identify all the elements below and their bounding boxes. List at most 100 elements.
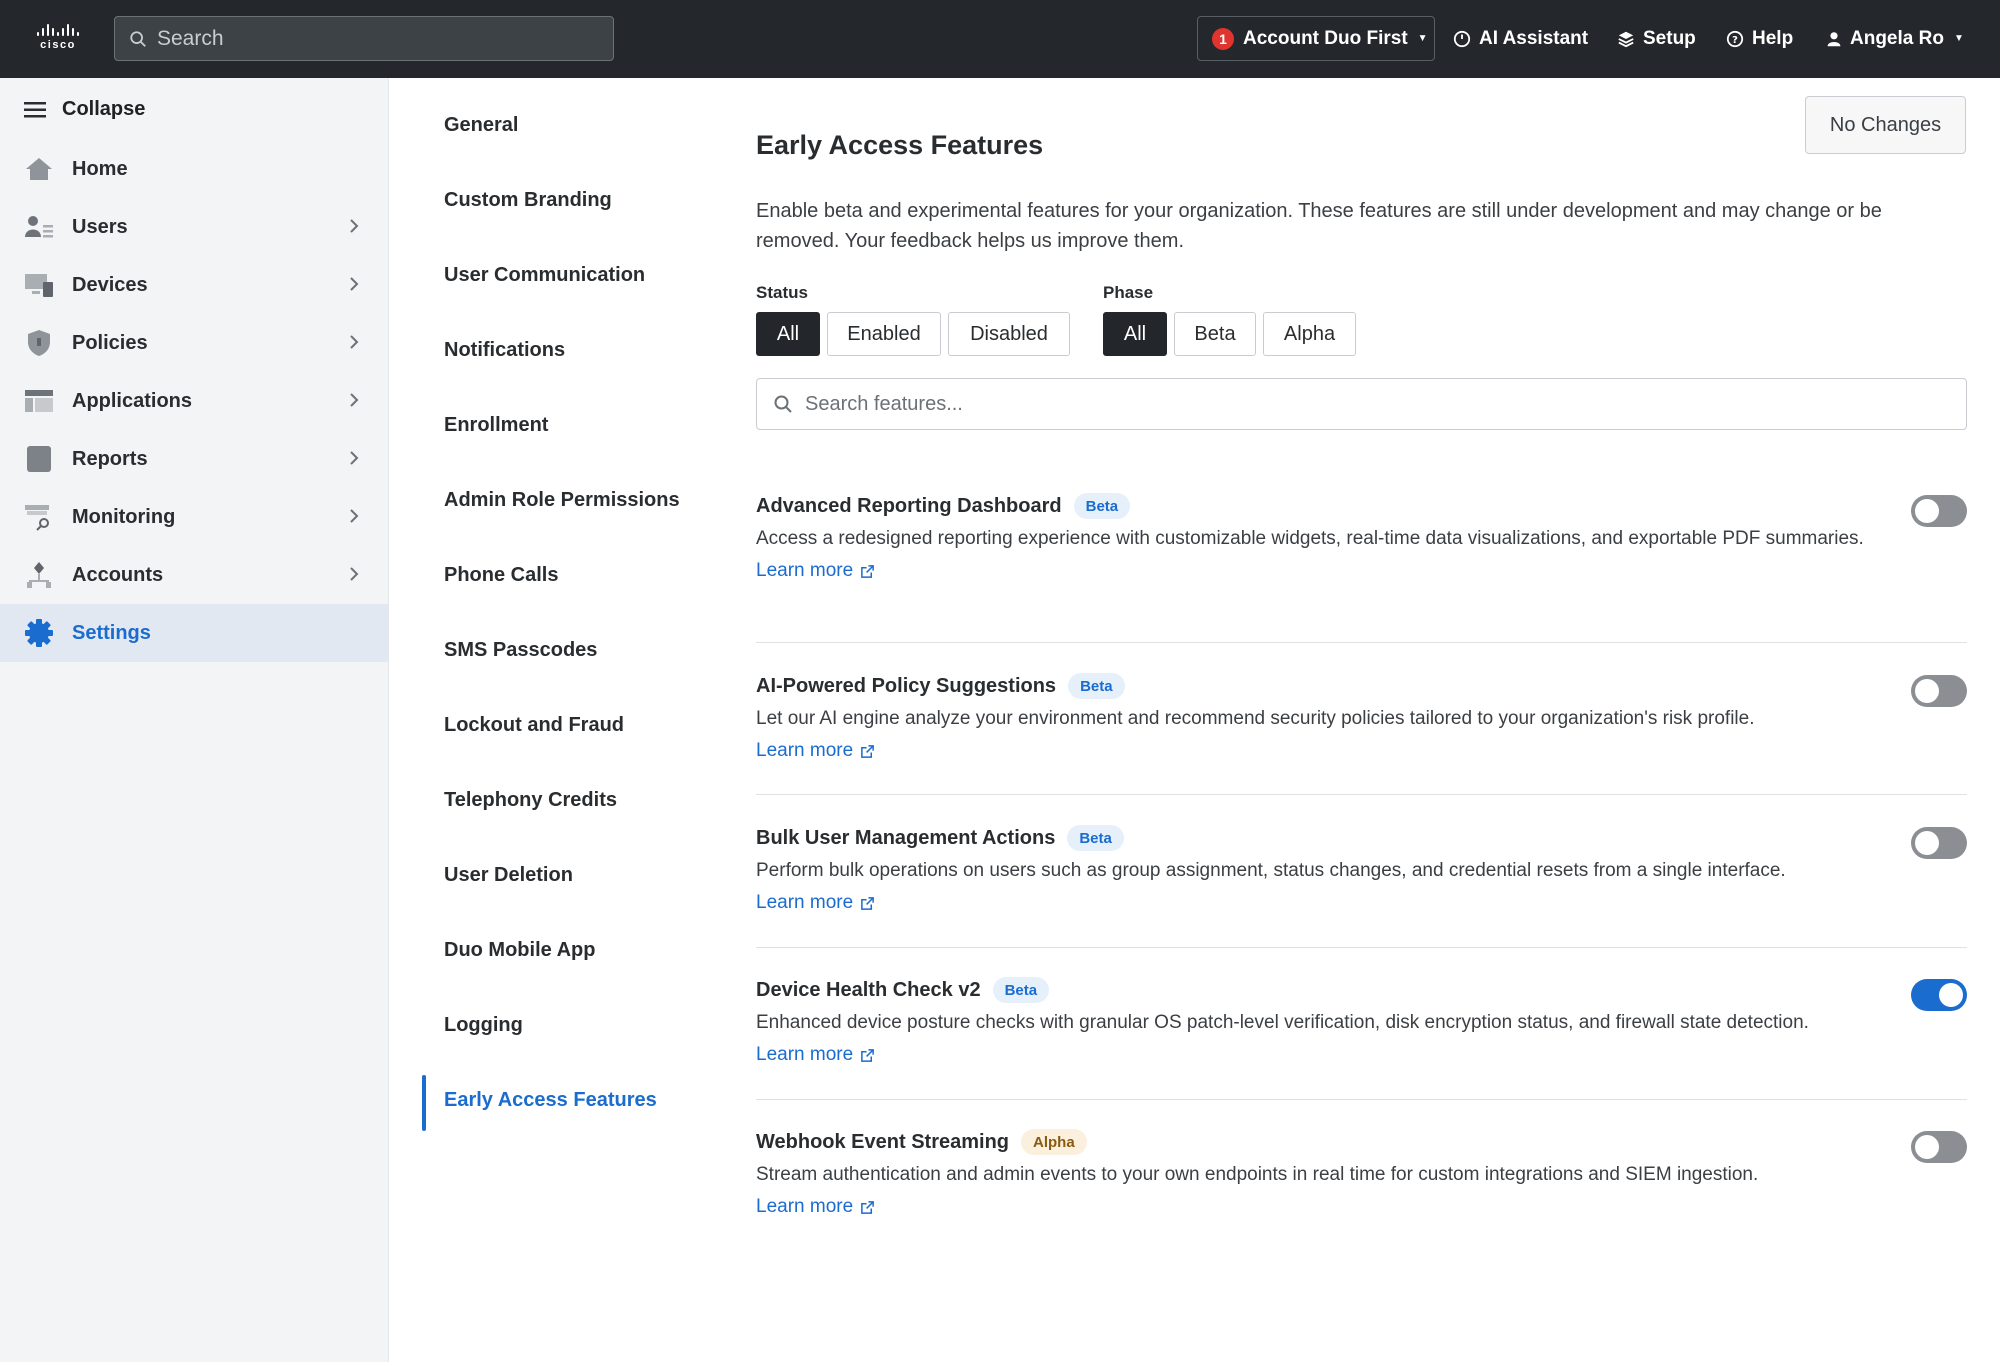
learn-more-link[interactable]: Learn more	[756, 1196, 1967, 1218]
learn-more-link[interactable]: Learn more	[756, 560, 1967, 582]
status-filter-disabled[interactable]: Disabled	[948, 312, 1070, 356]
cisco-logo[interactable]: cisco	[30, 22, 86, 54]
sidebar-item-accounts[interactable]: Accounts	[0, 546, 389, 604]
chevron-right-icon	[350, 509, 359, 523]
phase-badge: Beta	[1068, 673, 1125, 699]
learn-more-label: Learn more	[756, 560, 854, 581]
learn-more-link[interactable]: Learn more	[756, 892, 1967, 914]
phase-filter-alpha[interactable]: Alpha	[1263, 312, 1356, 356]
feature-item: Webhook Event Streaming Alpha Stream aut…	[756, 1127, 1967, 1218]
ai-assistant-button[interactable]: AI Assistant	[1453, 16, 1588, 61]
subnav-custom-branding[interactable]: Custom Branding	[444, 189, 612, 212]
subnav-user-communication[interactable]: User Communication	[444, 264, 645, 287]
sidebar-item-settings[interactable]: Settings	[0, 604, 389, 662]
sidebar-item-label: Accounts	[72, 563, 164, 586]
feature-search-input[interactable]: Search features...	[756, 378, 1967, 430]
sidebar-item-label: Policies	[72, 331, 148, 354]
subnav-enrollment[interactable]: Enrollment	[444, 414, 548, 437]
help-icon: ?	[1726, 30, 1744, 47]
learn-more-label: Learn more	[756, 740, 854, 761]
sidebar-item-monitoring[interactable]: Monitoring	[0, 488, 389, 546]
feature-toggle-advanced-reporting-dashboard[interactable]	[1911, 495, 1967, 527]
subnav-duo-mobile-app[interactable]: Duo Mobile App	[444, 939, 595, 962]
help-button[interactable]: ? Help	[1726, 16, 1793, 61]
sidebar-item-home[interactable]: Home	[0, 140, 389, 198]
global-search-input[interactable]: Search	[114, 16, 614, 61]
learn-more-label: Learn more	[756, 1196, 854, 1217]
collapse-label: Collapse	[62, 98, 146, 120]
phase-filter-beta[interactable]: Beta	[1174, 312, 1256, 356]
subnav-lockout-and-fraud[interactable]: Lockout and Fraud	[444, 714, 624, 737]
status-filter-enabled[interactable]: Enabled	[827, 312, 941, 356]
feature-name: AI-Powered Policy Suggestions	[756, 674, 1057, 697]
search-icon	[774, 395, 792, 413]
feature-description: Stream authentication and admin events t…	[756, 1164, 1759, 1185]
feature-item: Device Health Check v2 Beta Enhanced dev…	[756, 975, 1967, 1066]
learn-more-label: Learn more	[756, 892, 854, 913]
status-filter-label: Status	[756, 283, 808, 302]
setup-button[interactable]: Setup	[1617, 16, 1696, 61]
feature-toggle-webhook-event-streaming[interactable]	[1911, 1131, 1967, 1163]
user-menu-button[interactable]: Angela Ro ▼	[1826, 16, 1964, 61]
feature-toggle-ai-powered-policy-suggestions[interactable]	[1911, 675, 1967, 707]
notification-badge: 1	[1212, 27, 1234, 50]
feature-name: Bulk User Management Actions	[756, 826, 1056, 849]
learn-more-link[interactable]: Learn more	[756, 740, 1967, 762]
chevron-right-icon	[350, 451, 359, 465]
account-switcher-button[interactable]: 1 Account Duo First ▼	[1197, 16, 1435, 61]
phase-badge: Beta	[1073, 493, 1131, 519]
subnav-sms-passcodes[interactable]: SMS Passcodes	[444, 639, 597, 662]
phase-filter-all[interactable]: All	[1103, 312, 1167, 356]
feature-toggle-device-health-check-v2[interactable]	[1911, 979, 1967, 1011]
home-icon	[24, 154, 54, 184]
feature-name: Webhook Event Streaming	[756, 1130, 1010, 1153]
no-changes-button[interactable]: No Changes	[1805, 96, 1966, 154]
feature-name: Advanced Reporting Dashboard	[756, 494, 1062, 517]
sidebar-item-label: Applications	[72, 389, 193, 412]
feature-toggle-bulk-user-management-actions[interactable]	[1911, 827, 1967, 859]
subnav-admin-role-permissions[interactable]: Admin Role Permissions	[444, 489, 680, 512]
reports-icon	[24, 444, 54, 474]
chevron-right-icon	[350, 277, 359, 291]
feature-description: Enhanced device posture checks with gran…	[756, 1012, 1809, 1033]
subnav-telephony-credits[interactable]: Telephony Credits	[444, 789, 617, 812]
external-link-icon	[861, 1200, 875, 1214]
sidebar-item-label: Users	[72, 215, 128, 238]
account-label: Account Duo First	[1243, 27, 1408, 49]
setup-label: Setup	[1643, 27, 1696, 49]
external-link-icon	[861, 564, 875, 578]
feature-item: Advanced Reporting Dashboard Beta Access…	[756, 491, 1967, 582]
subnav-phone-calls[interactable]: Phone Calls	[444, 564, 558, 587]
page-description: Enable beta and experimental features fo…	[756, 200, 1882, 252]
sidebar-item-policies[interactable]: Policies	[0, 314, 389, 372]
sidebar-item-users[interactable]: Users	[0, 198, 389, 256]
monitoring-icon	[24, 502, 54, 532]
subnav-early-access-features[interactable]: Early Access Features	[444, 1089, 657, 1112]
subnav-notifications[interactable]: Notifications	[444, 339, 565, 362]
sidebar-item-label: Home	[72, 157, 128, 180]
gear-icon	[24, 618, 54, 648]
learn-more-link[interactable]: Learn more	[756, 1044, 1967, 1066]
layers-icon	[1618, 31, 1634, 47]
caret-down-icon: ▼	[1953, 33, 1964, 44]
sidebar-item-label: Reports	[72, 447, 148, 470]
phase-badge: Beta	[992, 977, 1050, 1003]
sidebar-item-devices[interactable]: Devices	[0, 256, 389, 314]
sidebar-item-applications[interactable]: Applications	[0, 372, 389, 430]
feature-description: Perform bulk operations on users such as…	[756, 860, 1786, 881]
divider	[756, 947, 1967, 948]
subnav-logging[interactable]: Logging	[444, 1014, 523, 1037]
subnav-general[interactable]: General	[444, 114, 518, 137]
subnav-user-deletion[interactable]: User Deletion	[444, 864, 573, 887]
sidebar-item-reports[interactable]: Reports	[0, 430, 389, 488]
ai-assistant-label: AI Assistant	[1479, 27, 1589, 49]
logo-text: cisco	[40, 39, 76, 51]
logo-bars-icon	[30, 22, 86, 36]
status-filter-all[interactable]: All	[756, 312, 820, 356]
collapse-button[interactable]: Collapse	[24, 98, 145, 121]
search-icon	[130, 30, 146, 47]
feature-description: Let our AI engine analyze your environme…	[756, 708, 1755, 729]
user-icon	[1827, 31, 1841, 46]
sidebar-item-label: Monitoring	[72, 505, 176, 528]
feature-item: AI-Powered Policy Suggestions Beta Let o…	[756, 671, 1967, 762]
